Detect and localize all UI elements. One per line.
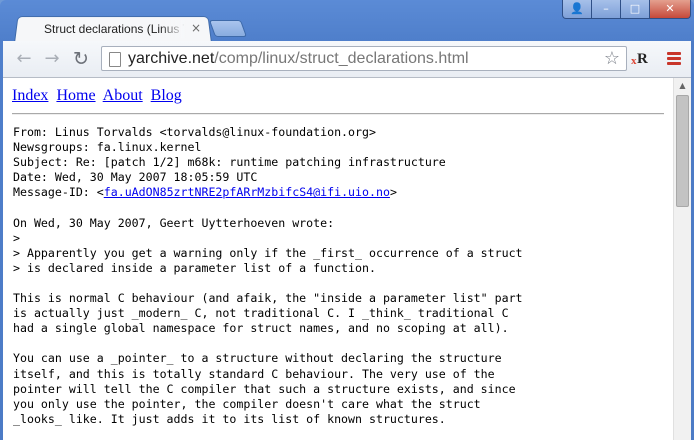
nav-link-home[interactable]: Home — [56, 87, 95, 104]
body-line: > — [13, 230, 20, 245]
menu-icon[interactable] — [667, 52, 681, 65]
maximize-button[interactable]: □ — [620, 0, 650, 19]
body-line: is actually just _modern_ C, not traditi… — [13, 306, 509, 321]
header-message-id: Message-ID: <fa.uAdON85zrtNRE2pfARrMzbif… — [13, 185, 523, 200]
message-id-prefix: Message-ID: < — [13, 185, 104, 200]
back-arrow-icon[interactable]: ← — [12, 49, 36, 69]
header-subject: Subject: Re: [patch 1/2] m68k: runtime p… — [13, 155, 446, 170]
extension-icon-r: R — [637, 51, 648, 67]
body-line — [13, 200, 523, 215]
message-text: From: Linus Torvalds <torvalds@linux-fou… — [13, 125, 523, 427]
extension-icon-x: x — [631, 55, 637, 67]
close-window-button[interactable]: ✕ — [649, 0, 691, 19]
body-line: > Apparently you get a warning only if t… — [13, 245, 523, 260]
menu-icon-bar — [667, 62, 681, 65]
header-newsgroups: Newsgroups: fa.linux.kernel — [13, 140, 202, 155]
message-body: On Wed, 30 May 2007, Geert Uytterhoeven … — [13, 200, 523, 426]
forward-arrow-icon[interactable]: → — [40, 49, 64, 69]
message-id-link[interactable]: fa.uAdON85zrtNRE2pfARrMzbifcS4@ifi.uio.n… — [104, 185, 390, 199]
site-nav: Index Home About Blog — [12, 86, 186, 106]
body-line: This is normal C behaviour (and afaik, t… — [13, 291, 523, 306]
body-line: pointer will tell the C compiler that su… — [13, 381, 516, 396]
bookmark-star-icon[interactable]: ☆ — [604, 48, 620, 69]
url-host: yarchive.net — [128, 50, 215, 67]
url-path: /comp/linux/struct_declarations.html — [214, 50, 469, 67]
reload-icon[interactable]: ↻ — [69, 49, 93, 69]
header-from: From: Linus Torvalds <torvalds@linux-fou… — [13, 125, 376, 139]
address-bar[interactable]: yarchive.net/comp/linux/struct_declarati… — [101, 46, 627, 71]
vertical-scrollbar[interactable]: ▲ — [673, 78, 691, 440]
url-text[interactable]: yarchive.net/comp/linux/struct_declarati… — [128, 47, 469, 70]
menu-icon-bar — [667, 57, 681, 60]
page-icon — [109, 52, 121, 67]
message-id-suffix: > — [389, 185, 397, 200]
page-content: Index Home About Blog From: Linus Torval… — [3, 78, 673, 440]
nav-link-blog[interactable]: Blog — [151, 87, 182, 104]
scroll-up-arrow-icon[interactable]: ▲ — [674, 78, 691, 94]
tab-title-fade — [160, 20, 186, 38]
body-line: On Wed, 30 May 2007, Geert Uytterhoeven … — [13, 215, 335, 230]
body-line — [13, 276, 523, 291]
minimize-button[interactable]: – — [591, 0, 621, 19]
body-line: You can use a _pointer_ to a structure w… — [13, 351, 502, 366]
body-line: you only use the pointer, the compiler d… — [13, 396, 481, 411]
body-line: > is declared inside a parameter list of… — [13, 260, 376, 275]
extension-icon[interactable]: xR — [631, 50, 653, 68]
divider — [12, 113, 664, 115]
body-line: had a single global namespace for struct… — [13, 321, 509, 336]
new-tab-button[interactable] — [208, 20, 248, 37]
browser-toolbar: ← → ↻ yarchive.net/comp/linux/struct_dec… — [3, 41, 691, 78]
body-line: _looks_ like. It just adds it to its lis… — [13, 411, 446, 426]
menu-icon-bar — [667, 52, 681, 55]
body-line — [13, 336, 523, 351]
body-line: itself, and this is totally standard C b… — [13, 366, 495, 381]
profile-icon[interactable]: 👤 — [562, 0, 592, 19]
nav-link-index[interactable]: Index — [12, 87, 48, 104]
header-date: Date: Wed, 30 May 2007 18:05:59 UTC — [13, 170, 258, 185]
tab-close-icon[interactable]: × — [189, 21, 203, 35]
nav-link-about[interactable]: About — [103, 87, 143, 104]
scroll-thumb[interactable] — [676, 95, 689, 207]
